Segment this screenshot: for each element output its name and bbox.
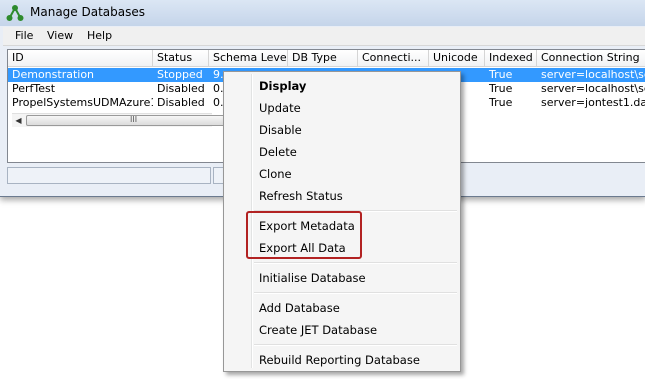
menu-item-update[interactable]: Update [259,100,301,116]
status-panel-1 [7,167,211,184]
menu-help[interactable]: Help [85,29,114,42]
menu-item-add-database[interactable]: Add Database [259,300,340,316]
scroll-left-icon[interactable]: ◀ [12,114,25,127]
cell-indexed: True [489,82,513,95]
cell-indexed: True [489,68,513,81]
scroll-grip: III [130,115,138,124]
column-header-db-type[interactable]: DB Type [288,50,358,66]
cell-id: PerfTest [12,82,56,95]
menu-item-clone[interactable]: Clone [259,166,292,182]
window-title: Manage Databases [30,5,145,19]
menu-item-initialise-database[interactable]: Initialise Database [259,270,366,286]
menu-separator [254,344,457,346]
cell-status: Disabled [157,82,205,95]
menu-separator [254,292,457,294]
menu-item-refresh-status[interactable]: Refresh Status [259,188,343,204]
menu-separator [254,262,457,264]
cell-connection-string: server=localhost\sql [541,68,645,81]
menu-file[interactable]: File [13,29,35,42]
export-highlight-box [246,211,362,259]
cell-id: Demonstration [12,68,95,81]
cell-connection-string: server=jontest1.data [541,96,645,109]
column-header-id[interactable]: ID [8,50,153,66]
column-header-indexed[interactable]: Indexed [485,50,537,66]
cell-connection-string: server=localhost\sql [541,82,645,95]
horizontal-scrollbar[interactable]: ◀ III [12,113,244,127]
menu-item-create-jet-database[interactable]: Create JET Database [259,322,377,338]
cell-status: Stopped [157,68,203,81]
cell-status: Disabled [157,96,205,109]
menu-bar: File View Help [3,27,645,46]
menu-view[interactable]: View [45,29,75,42]
column-header-status[interactable]: Status [153,50,209,66]
scroll-thumb[interactable]: III [26,115,244,126]
menu-item-disable[interactable]: Disable [259,122,302,138]
column-header-schema-level[interactable]: Schema Level [209,50,288,66]
menu-item-rebuild-reporting-database[interactable]: Rebuild Reporting Database [259,352,420,368]
app-network-icon [6,5,24,21]
cell-indexed: True [489,96,513,109]
column-header-connection[interactable]: Connecti... [358,50,429,66]
column-header-unicode[interactable]: Unicode [429,50,485,66]
menu-item-display[interactable]: Display [259,78,306,94]
title-bar[interactable]: Manage Databases [0,0,645,26]
cell-id: PropelSystemsUDMAzure1 [12,96,153,109]
menu-item-delete[interactable]: Delete [259,144,297,160]
grid-header: ID Status Schema Level DB Type Connecti.… [8,50,645,67]
column-header-connection-string[interactable]: Connection String [537,50,645,66]
